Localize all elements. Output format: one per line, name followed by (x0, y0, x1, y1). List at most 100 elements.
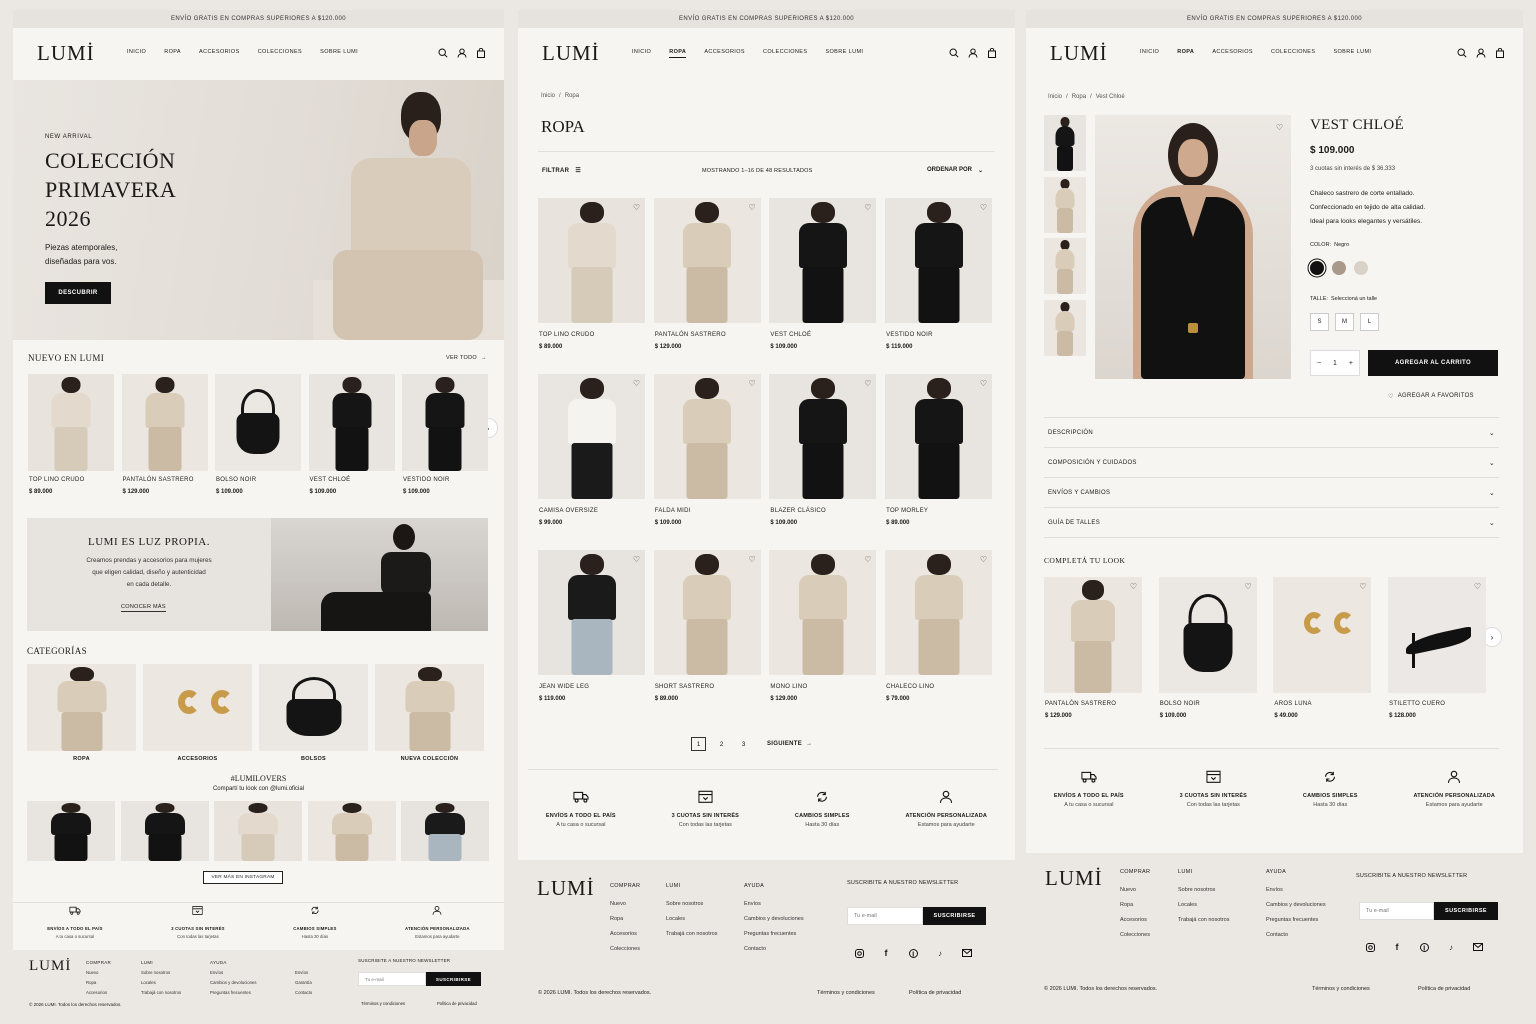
instagram-button[interactable]: VER MÁS EN INSTAGRAM (203, 871, 283, 884)
favorite-heart-icon[interactable]: ♡ (980, 203, 987, 212)
instagram-icon[interactable] (854, 948, 864, 958)
product-image[interactable] (308, 374, 395, 471)
footer-logo[interactable]: LUMİ (537, 876, 597, 901)
category-label[interactable]: NUEVA COLECCIÓN (375, 756, 484, 762)
see-all-link[interactable]: VER TODO → (446, 355, 487, 361)
footer-link[interactable]: Nuevo (610, 897, 640, 912)
pinterest-icon[interactable] (1419, 942, 1429, 952)
page-1[interactable]: 1 (691, 737, 706, 751)
sort-dropdown[interactable]: ORDENAR POR ⌄ (927, 167, 983, 174)
nav-accesorios[interactable]: ACCESORIOS (1212, 49, 1253, 57)
footer-link[interactable]: Accesorios (86, 988, 111, 998)
footer-link[interactable]: Preguntas frecuentes (210, 988, 257, 998)
nav-ropa[interactable]: ROPA (164, 49, 181, 57)
terms-link[interactable]: Términos y condiciones (361, 1001, 405, 1006)
know-more-link[interactable]: CONOCER MÁS (121, 604, 166, 612)
user-icon[interactable] (968, 48, 978, 58)
favorite-heart-icon[interactable]: ♡ (1276, 123, 1283, 132)
logo[interactable]: LUMİ (37, 41, 127, 66)
plus-icon[interactable]: + (1349, 360, 1353, 367)
breadcrumb-category[interactable]: Ropa (1072, 94, 1086, 100)
tiktok-icon[interactable]: ♪ (935, 948, 945, 958)
accordion-item[interactable]: ENVÍOS Y CAMBIOS ⌄ (1044, 478, 1499, 508)
thumbnail-image[interactable] (1044, 176, 1086, 233)
product-name[interactable]: CAMISA OVERSIZE (539, 508, 598, 514)
instagram-image[interactable] (307, 801, 396, 861)
subscribe-button[interactable]: SUSCRIBIRSE (426, 972, 481, 986)
footer-link[interactable]: Locales (666, 912, 717, 927)
accordion-item[interactable]: DESCRIPCIÓN ⌄ (1044, 418, 1499, 448)
instagram-image[interactable] (27, 801, 115, 861)
product-name[interactable]: TOP MORLEY (886, 508, 928, 514)
product-name[interactable]: SHORT SASTRERO (655, 684, 715, 690)
footer-link[interactable]: Contacto (295, 988, 312, 998)
discover-button[interactable]: DESCUBRIR (45, 282, 111, 304)
footer-link[interactable]: Trabajá con nosotros (1178, 913, 1229, 928)
product-image[interactable]: ♡ (653, 198, 761, 323)
product-image[interactable]: ♡ (653, 374, 761, 499)
footer-link[interactable]: Accesorios (610, 927, 640, 942)
category-image[interactable] (27, 664, 136, 751)
product-name[interactable]: TOP LINO CRUDO (29, 477, 85, 483)
nav-colecciones[interactable]: COLECCIONES (763, 49, 807, 58)
footer-link[interactable]: Preguntas frecuentes (744, 927, 804, 942)
page-2[interactable]: 2 (715, 741, 728, 748)
instagram-image[interactable] (120, 801, 209, 861)
product-name[interactable]: FALDA MIDI (655, 508, 691, 514)
footer-logo[interactable]: LUMİ (1045, 866, 1105, 891)
product-name[interactable]: CHALECO LINO (886, 684, 934, 690)
footer-link[interactable]: Sobre nosotros (666, 897, 717, 912)
instagram-image[interactable] (401, 801, 489, 861)
favorite-heart-icon[interactable]: ♡ (864, 203, 871, 212)
color-swatch[interactable] (1354, 261, 1368, 275)
product-image[interactable]: ♡ (538, 198, 645, 323)
nav-sobre-lumi[interactable]: SOBRE LUMI (825, 49, 863, 58)
product-image[interactable]: ♡ (538, 374, 645, 499)
footer-link[interactable]: Locales (1178, 898, 1229, 913)
footer-link[interactable]: Envíos (295, 968, 312, 978)
product-name[interactable]: VESTIDO NOIR (886, 332, 933, 338)
product-name[interactable]: BOLSO NOIR (216, 477, 256, 483)
mail-icon[interactable] (962, 948, 972, 958)
product-name[interactable]: VEST CHLOÉ (770, 332, 811, 338)
user-icon[interactable] (457, 48, 467, 58)
footer-link[interactable]: Colecciones (1120, 928, 1150, 943)
nav-inicio[interactable]: INICIO (1140, 49, 1159, 57)
nav-colecciones[interactable]: COLECCIONES (1271, 49, 1315, 57)
bag-icon[interactable] (476, 48, 486, 58)
product-name[interactable]: AROS LUNA (1274, 701, 1311, 707)
product-name[interactable]: PANTALÓN SASTRERO (1045, 701, 1116, 707)
product-image[interactable]: ♡ (1044, 577, 1142, 693)
favorite-heart-icon[interactable]: ♡ (1130, 582, 1137, 591)
footer-link[interactable]: Ropa (86, 978, 111, 988)
category-image[interactable] (143, 664, 252, 751)
product-image[interactable]: ♡ (885, 550, 993, 675)
nav-ropa[interactable]: ROPA (1177, 49, 1194, 57)
thumbnail-image[interactable] (1044, 238, 1086, 294)
favorite-heart-icon[interactable]: ♡ (980, 379, 987, 388)
footer-link[interactable]: Nuevo (86, 968, 111, 978)
product-image[interactable]: ♡ (885, 374, 993, 499)
search-icon[interactable] (1457, 48, 1467, 58)
color-swatch[interactable] (1310, 261, 1324, 275)
product-image[interactable]: ♡ (769, 550, 877, 675)
pinterest-icon[interactable] (908, 948, 918, 958)
tiktok-icon[interactable]: ♪ (1446, 942, 1456, 952)
facebook-icon[interactable]: f (1392, 942, 1402, 952)
nav-inicio[interactable]: INICIO (127, 49, 146, 57)
footer-link[interactable]: Garantía (295, 978, 312, 988)
favorite-heart-icon[interactable]: ♡ (749, 379, 756, 388)
product-image[interactable]: ♡ (653, 550, 761, 675)
footer-link[interactable]: Contacto (1266, 928, 1326, 943)
favorite-heart-icon[interactable]: ♡ (1245, 582, 1252, 591)
product-name[interactable]: JEAN WIDE LEG (539, 684, 589, 690)
subscribe-button[interactable]: SUSCRIBIRSE (923, 907, 986, 925)
subscribe-button[interactable]: SUSCRIBIRSE (1434, 902, 1498, 920)
nav-accesorios[interactable]: ACCESORIOS (704, 49, 745, 58)
next-page-link[interactable]: SIGUIENTE → (767, 741, 812, 747)
size-option[interactable]: S (1310, 313, 1329, 331)
favorite-heart-icon[interactable]: ♡ (1359, 582, 1366, 591)
footer-logo[interactable]: LUMİ (29, 958, 79, 975)
search-icon[interactable] (949, 48, 959, 58)
footer-link[interactable]: Ropa (1120, 898, 1150, 913)
